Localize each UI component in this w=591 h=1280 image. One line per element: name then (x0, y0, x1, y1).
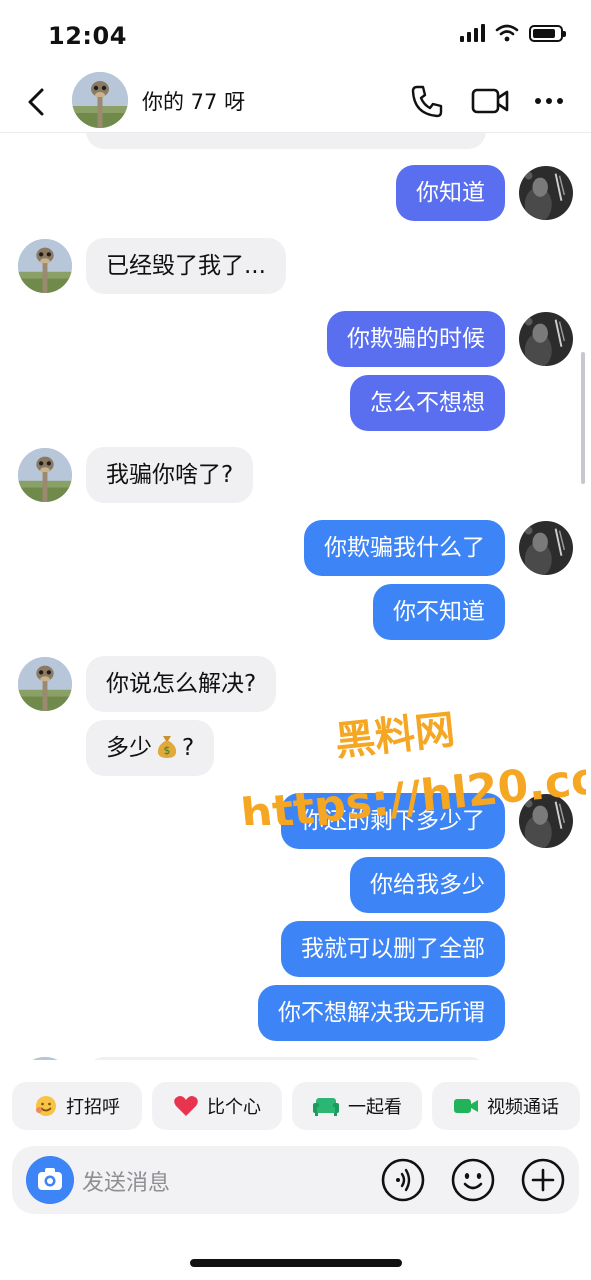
message-outgoing[interactable]: 你欺骗的时候 (327, 311, 505, 367)
emoji-icon[interactable] (450, 1157, 496, 1203)
message-outgoing[interactable]: 怎么不想想 (350, 375, 505, 431)
watch-label: 一起看 (348, 1097, 402, 1118)
message-incoming[interactable]: 已经毁了我了... (86, 238, 286, 294)
message-outgoing[interactable]: 你不想解决我无所谓 (258, 985, 505, 1041)
message-bubble-partial (86, 1057, 488, 1060)
voice-icon[interactable] (380, 1157, 426, 1203)
message-suffix: ? (182, 735, 195, 761)
status-icons (460, 24, 566, 42)
chat-header: 你的 77 呀 (0, 70, 591, 133)
my-avatar[interactable] (519, 312, 573, 366)
heart-label: 比个心 (207, 1097, 261, 1118)
svg-text:$: $ (164, 744, 171, 757)
phone-icon[interactable] (408, 82, 446, 120)
message-outgoing[interactable]: 我就可以删了全部 (281, 921, 505, 977)
message-outgoing[interactable]: 你知道 (396, 165, 505, 221)
video-call-button[interactable]: 视频通话 (432, 1082, 580, 1130)
more-icon[interactable] (532, 84, 566, 118)
my-avatar[interactable] (519, 521, 573, 575)
message-outgoing[interactable]: 你给我多少 (350, 857, 505, 913)
message-outgoing[interactable]: 你还的剩下多少了 (281, 793, 505, 849)
video-call-label: 视频通话 (487, 1097, 559, 1118)
greet-button[interactable]: 打招呼 (12, 1082, 142, 1130)
contact-avatar[interactable] (18, 239, 72, 293)
message-incoming[interactable]: 你说怎么解决? (86, 656, 277, 712)
home-indicator[interactable] (190, 1259, 402, 1267)
plus-icon[interactable] (520, 1157, 566, 1203)
wave-emoji-icon (36, 1096, 56, 1116)
message-list[interactable]: 你知道 已经毁了我了... 你欺骗的时候 怎么不想想 我骗你啥了? 你欺骗我什么… (0, 133, 591, 1060)
greet-label: 打招呼 (66, 1097, 120, 1118)
contact-avatar[interactable] (72, 72, 128, 128)
message-composer: 发送消息 (12, 1146, 579, 1214)
contact-avatar[interactable] (18, 657, 72, 711)
status-time: 12:04 (48, 22, 127, 50)
money-bag-icon: $ (157, 736, 177, 758)
video-cam-icon (454, 1099, 478, 1113)
back-icon[interactable] (22, 84, 50, 120)
scrollbar[interactable] (581, 352, 585, 484)
contact-avatar-partial (18, 1057, 72, 1060)
contact-name[interactable]: 你的 77 呀 (142, 86, 245, 116)
message-bubble-partial (86, 133, 486, 149)
message-outgoing[interactable]: 你欺骗我什么了 (304, 520, 505, 576)
watch-together-button[interactable]: 一起看 (292, 1082, 422, 1130)
message-outgoing[interactable]: 你不知道 (373, 584, 505, 640)
my-avatar[interactable] (519, 794, 573, 848)
battery-icon (529, 24, 566, 42)
message-input[interactable]: 发送消息 (82, 1165, 170, 1197)
sofa-icon (313, 1098, 339, 1116)
video-icon[interactable] (470, 84, 510, 118)
message-text: 多少 (106, 735, 152, 761)
heart-icon (174, 1096, 198, 1116)
contact-avatar[interactable] (18, 448, 72, 502)
signal-icon (460, 24, 485, 42)
status-bar: 12:04 (0, 0, 591, 70)
heart-button[interactable]: 比个心 (152, 1082, 282, 1130)
my-avatar[interactable] (519, 166, 573, 220)
message-incoming[interactable]: 多少 $ ? (86, 720, 215, 776)
wifi-icon (495, 24, 519, 42)
quick-actions: 打招呼 比个心 一起看 视频通话 (0, 1082, 591, 1132)
camera-icon[interactable] (26, 1156, 74, 1204)
message-incoming[interactable]: 我骗你啥了? (86, 447, 254, 503)
